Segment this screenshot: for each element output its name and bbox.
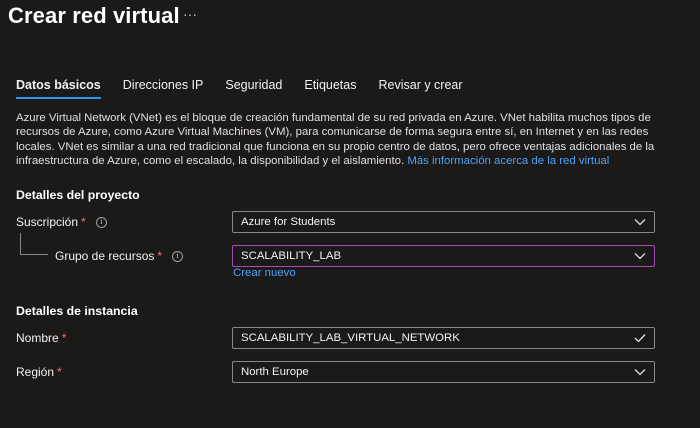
checkmark-icon (633, 331, 647, 345)
tab-datos-basicos[interactable]: Datos básicos (16, 78, 101, 99)
resource-group-label-text: Grupo de recursos (55, 249, 155, 263)
subscription-label: Suscripción * i (16, 215, 107, 229)
subscription-label-text: Suscripción (16, 215, 79, 229)
tab-seguridad[interactable]: Seguridad (225, 78, 282, 99)
ellipsis-icon[interactable]: ··· (183, 6, 197, 22)
region-label: Región * (16, 365, 62, 379)
tab-bar: Datos básicos Direcciones IP Seguridad E… (16, 78, 485, 99)
subscription-select[interactable]: Azure for Students (232, 211, 655, 233)
tree-connector (20, 233, 21, 254)
tree-connector-branch (20, 254, 48, 255)
info-icon[interactable]: i (172, 250, 184, 262)
chevron-down-icon (633, 215, 647, 229)
resource-group-value: SCALABILITY_LAB (241, 250, 342, 262)
create-new-link[interactable]: Crear nuevo (233, 267, 296, 279)
subscription-value: Azure for Students (241, 216, 336, 228)
description: Azure Virtual Network (VNet) es el bloqu… (16, 111, 688, 169)
region-value: North Europe (241, 366, 309, 378)
required-marker: * (157, 249, 163, 263)
chevron-down-icon (633, 365, 647, 379)
tab-direcciones-ip[interactable]: Direcciones IP (123, 78, 204, 99)
required-marker: * (57, 365, 62, 379)
instance-details-heading: Detalles de instancia (16, 304, 138, 318)
name-input[interactable]: SCALABILITY_LAB_VIRTUAL_NETWORK (232, 327, 655, 349)
resource-group-select[interactable]: SCALABILITY_LAB (232, 245, 655, 267)
resource-group-label: Grupo de recursos * i (55, 249, 184, 263)
tab-revisar-y-crear[interactable]: Revisar y crear (378, 78, 462, 99)
tab-etiquetas[interactable]: Etiquetas (304, 78, 356, 99)
required-marker: * (61, 331, 67, 345)
project-details-heading: Detalles del proyecto (16, 188, 140, 202)
name-label-text: Nombre (16, 331, 59, 345)
name-label: Nombre * (16, 331, 66, 345)
learn-more-link[interactable]: Más información acerca de la red virtual (407, 155, 609, 167)
required-marker: * (81, 215, 86, 229)
region-select[interactable]: North Europe (232, 361, 655, 383)
info-icon[interactable]: i (95, 216, 107, 228)
page-title: Crear red virtual (8, 3, 180, 28)
name-value: SCALABILITY_LAB_VIRTUAL_NETWORK (241, 332, 460, 344)
region-label-text: Región (16, 365, 55, 379)
chevron-down-icon (633, 249, 647, 263)
